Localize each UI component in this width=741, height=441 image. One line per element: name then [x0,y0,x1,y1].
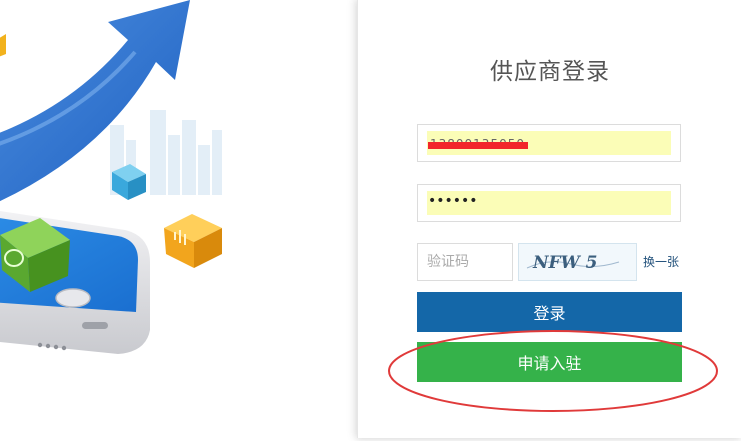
captcha-text: NFW 5 [532,253,597,273]
captcha-input[interactable] [417,243,513,281]
password-field[interactable]: •••••• [417,184,681,222]
small-cube-icon [0,34,6,57]
refresh-captcha-link[interactable]: 换一张 [643,253,679,270]
redaction-bar [428,142,528,149]
bar-chart-cube-icon [164,214,222,268]
username-field[interactable]: 13800135050 [417,124,681,162]
login-button[interactable]: 登录 [417,292,682,332]
phone-with-growth-arrow-illustration [0,0,222,354]
apply-button[interactable]: 申请入驻 [417,342,682,382]
captcha-graphic: NFW 5 [526,253,620,273]
password-value: •••••• [428,193,478,209]
supplier-login-panel: 供应商登录 13800135050 •••••• NFW 5 换一张 登录 申请… [357,0,741,438]
captcha-image[interactable]: NFW 5 [518,243,637,281]
hero-illustration [0,0,356,441]
page-title: 供应商登录 [490,59,610,85]
